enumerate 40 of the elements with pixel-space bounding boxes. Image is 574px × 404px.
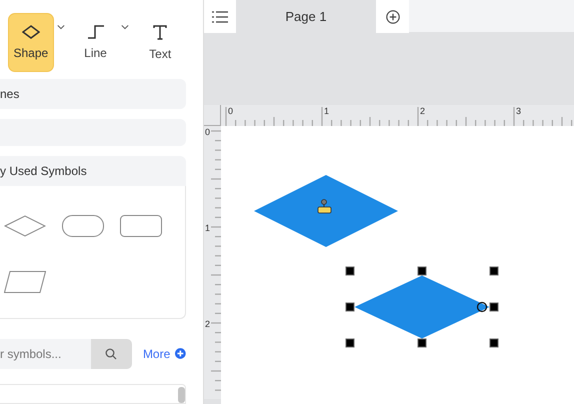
caret-icon[interactable] [56, 24, 65, 30]
ruler-label: 0 [205, 127, 210, 137]
resize-handle[interactable] [346, 338, 354, 348]
resize-handle[interactable] [418, 338, 426, 348]
diamond-shape[interactable] [254, 175, 398, 247]
add-icon[interactable] [175, 348, 186, 360]
parallelogram-symbol[interactable] [4, 270, 46, 293]
search-field[interactable]: r symbols... [0, 338, 91, 369]
ruler-label: 3 [516, 106, 522, 116]
ruler-label: 1 [324, 106, 330, 116]
rectangle-symbol[interactable] [120, 214, 162, 237]
add-page-icon[interactable] [386, 10, 400, 24]
caret-icon[interactable] [121, 24, 130, 30]
resize-handle[interactable] [346, 302, 354, 312]
diamond-symbol[interactable] [4, 214, 46, 237]
diamond-shape[interactable] [354, 276, 490, 338]
menu-icon[interactable] [212, 10, 228, 23]
ruler-label: 2 [205, 319, 210, 329]
rotation-handle[interactable] [476, 302, 488, 312]
ruler-label: 2 [420, 106, 426, 116]
more-link[interactable]: More [142, 346, 170, 361]
tool-button[interactable]: Text [137, 13, 184, 72]
scrollbar-thumb[interactable] [178, 386, 185, 403]
resize-handle[interactable] [490, 338, 498, 348]
search-icon [105, 348, 118, 360]
resize-handle[interactable] [418, 266, 426, 276]
text-icon [152, 24, 168, 40]
section-header[interactable]: y Used Symbols [0, 156, 186, 186]
tool-button[interactable]: Shape [8, 13, 54, 72]
tool-button[interactable]: Line [72, 13, 118, 72]
section-header[interactable]: nes [0, 78, 186, 109]
resize-handle[interactable] [346, 266, 354, 276]
ruler-label: 1 [205, 223, 210, 233]
resize-handle[interactable] [490, 302, 498, 312]
diamond-icon [22, 25, 40, 39]
ruler-label: 0 [228, 106, 234, 116]
resize-handle[interactable] [490, 266, 498, 276]
search-button[interactable] [91, 338, 132, 369]
step-line-icon [86, 25, 104, 39]
rounded-rectangle-symbol[interactable] [62, 214, 104, 237]
